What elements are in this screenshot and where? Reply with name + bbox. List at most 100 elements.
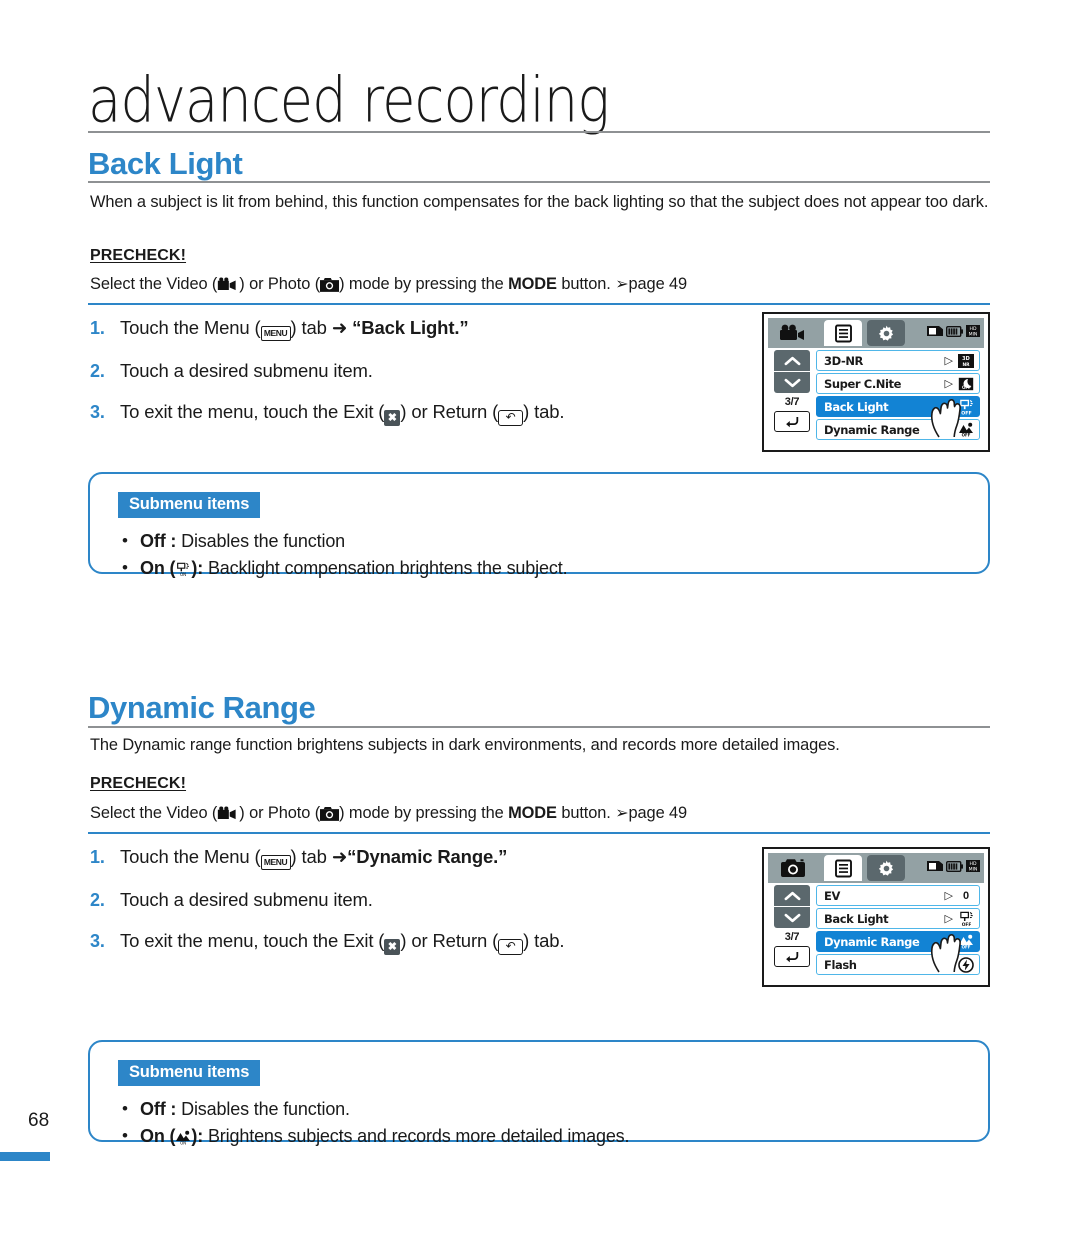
menu-list-icon (834, 324, 852, 342)
video-camera-icon (780, 324, 804, 340)
lcd-return-button[interactable] (774, 946, 810, 967)
step-text: To exit the menu, touch the Exit (✖) or … (120, 930, 565, 955)
backlight-off-icon: OFF (957, 911, 975, 927)
dynamicrange-icon: OFF (959, 422, 973, 437)
step-text: Touch a desired submenu item. (120, 889, 373, 910)
lcd-scroll-up-button[interactable] (774, 885, 810, 906)
step-item: 1. Touch the Menu (MENU) tab ➜ “Back Lig… (90, 317, 730, 341)
lcd-tab-settings[interactable] (867, 855, 905, 881)
dynamicrange-icon: OFF (957, 934, 975, 950)
submenu-item-separator: : (165, 531, 182, 551)
return-icon (786, 417, 799, 428)
page-reference-back-light: page 49 (628, 275, 688, 293)
chevron-right-icon: ▷ (944, 424, 953, 436)
dynamicrange-icon: ON (176, 1130, 191, 1145)
submenu-list: Off : Disables the function. On (ON): Br… (120, 1095, 988, 1150)
mode-button-label: MODE (508, 275, 557, 293)
lcd-row-dynamic-range[interactable]: Dynamic Range ▷ OFF (816, 931, 980, 952)
manual-page: advanced recording Back Light When a sub… (0, 0, 1080, 1235)
submenu-box-dynamic-range: Submenu items Off : Disables the functio… (88, 1040, 990, 1149)
chevron-down-icon (784, 913, 800, 922)
step-number: 3. (90, 931, 105, 951)
svg-text:HD: HD (970, 326, 977, 332)
chevron-up-icon (784, 891, 800, 900)
step-text-mid: ) tab (290, 317, 332, 338)
return-icon: ↶ (498, 410, 524, 426)
precheck-divider-back-light (88, 303, 990, 305)
step-item: 3. To exit the menu, touch the Exit (✖) … (90, 401, 730, 426)
step-item: 2. Touch a desired submenu item. (90, 360, 730, 382)
lcd-scroll-down-button[interactable] (774, 907, 810, 928)
chevron-right-icon: ▷ (944, 936, 953, 948)
lcd-row-label: Super C.Nite (824, 376, 902, 391)
lcd-body: 3/7 3D-NR ▷ 3D NR Super C.Nite ▷ OFF Bac… (768, 348, 984, 446)
flash-icon (958, 956, 974, 973)
step-number: 1. (90, 318, 105, 338)
lcd-row-label: Dynamic Range (824, 422, 920, 437)
lcd-row-label: EV (824, 888, 840, 903)
submenu-item-separator: : (165, 1099, 182, 1119)
lcd-row-label: Dynamic Range (824, 934, 920, 949)
chapter-divider (88, 131, 990, 133)
return-icon: ↶ (498, 939, 524, 955)
lcd-scroll-up-button[interactable] (774, 350, 810, 371)
lcd-row-label: Flash (824, 957, 857, 972)
lcd-status-icons: HD MIN (927, 325, 980, 337)
submenu-item-name: Off (140, 1099, 166, 1119)
lcd-tab-menu[interactable] (824, 320, 862, 346)
ev-value: 0 (962, 889, 970, 902)
lcd-row-flash[interactable]: Flash ▷ (816, 954, 980, 975)
lcd-row-back-light[interactable]: Back Light ▷ OFF (816, 908, 980, 929)
lcd-row-back-light[interactable]: Back Light ▷ OFF (816, 396, 980, 417)
step-number: 1. (90, 847, 105, 867)
lcd-tab-settings[interactable] (867, 320, 905, 346)
lcd-return-button[interactable] (774, 411, 810, 432)
flash-icon (957, 956, 975, 973)
lcd-scroll-down-button[interactable] (774, 372, 810, 393)
page-reference-dynamic-range: page 49 (628, 804, 688, 822)
svg-text:OFF: OFF (961, 922, 971, 927)
section-divider-dynamic-range (88, 726, 990, 728)
submenu-item-separator: ): (191, 558, 208, 578)
svg-text:NR: NR (962, 362, 970, 368)
arrow-icon: ➜ (331, 846, 348, 867)
step-text-pre: Touch the Menu ( (120, 317, 261, 338)
section-heading-back-light: Back Light (88, 146, 243, 181)
section-heading-dynamic-range: Dynamic Range (88, 690, 316, 725)
lcd-menu-rows: EV ▷ 0 Back Light ▷ OFF Dynamic Range ▷ … (816, 883, 984, 981)
svg-text:OFF: OFF (962, 433, 971, 437)
lcd-row-3d-nr[interactable]: 3D-NR ▷ 3D NR (816, 350, 980, 371)
precheck-end: button. (556, 804, 616, 822)
precheck-end: button. (556, 275, 616, 293)
lcd-status-icons: HD MIN (927, 860, 980, 872)
lcd-tab-photo-mode[interactable] (774, 855, 812, 881)
memory-card-icon (927, 861, 943, 871)
return-icon (786, 952, 799, 963)
lcd-row-label: 3D-NR (824, 353, 864, 368)
dynamicrange-icon: OFF (957, 422, 975, 438)
backlight-off-icon: OFF (959, 399, 973, 415)
chevron-right-icon: ▷ (944, 355, 953, 367)
step-text-pre: Touch the Menu ( (120, 846, 261, 867)
lcd-row-super-cnite[interactable]: Super C.Nite ▷ OFF (816, 373, 980, 394)
lcd-tab-video-mode[interactable] (774, 320, 812, 346)
step-text: Touch the Menu (MENU) tab ➜ “Back Light.… (120, 317, 469, 341)
photo-camera-icon (781, 859, 805, 877)
chevron-down-icon (784, 378, 800, 387)
submenu-item-separator: ): (191, 1126, 208, 1146)
svg-text:MIN: MIN (969, 866, 978, 872)
steps-list-back-light: 1. Touch the Menu (MENU) tab ➜ “Back Lig… (90, 317, 730, 445)
lcd-nav-column: 3/7 (768, 348, 816, 446)
lcd-row-dynamic-range[interactable]: Dynamic Range ▷ OFF (816, 419, 980, 440)
step-text: Touch the Menu (MENU) tab ➜“Dynamic Rang… (120, 846, 507, 870)
svg-text:HD: HD (970, 861, 977, 867)
exit-icon: ✖ (384, 939, 401, 955)
page-accent-bar (0, 1152, 50, 1161)
chevron-up-icon (784, 356, 800, 365)
chevron-right-icon: ▷ (944, 378, 953, 390)
lcd-tab-menu[interactable] (824, 855, 862, 881)
record-quality-icon: HD MIN (966, 860, 980, 872)
precheck-text-back-light: Select the Video () or Photo () mode by … (90, 272, 990, 297)
submenu-item-name: On (140, 1126, 165, 1146)
lcd-row-ev[interactable]: EV ▷ 0 (816, 885, 980, 906)
